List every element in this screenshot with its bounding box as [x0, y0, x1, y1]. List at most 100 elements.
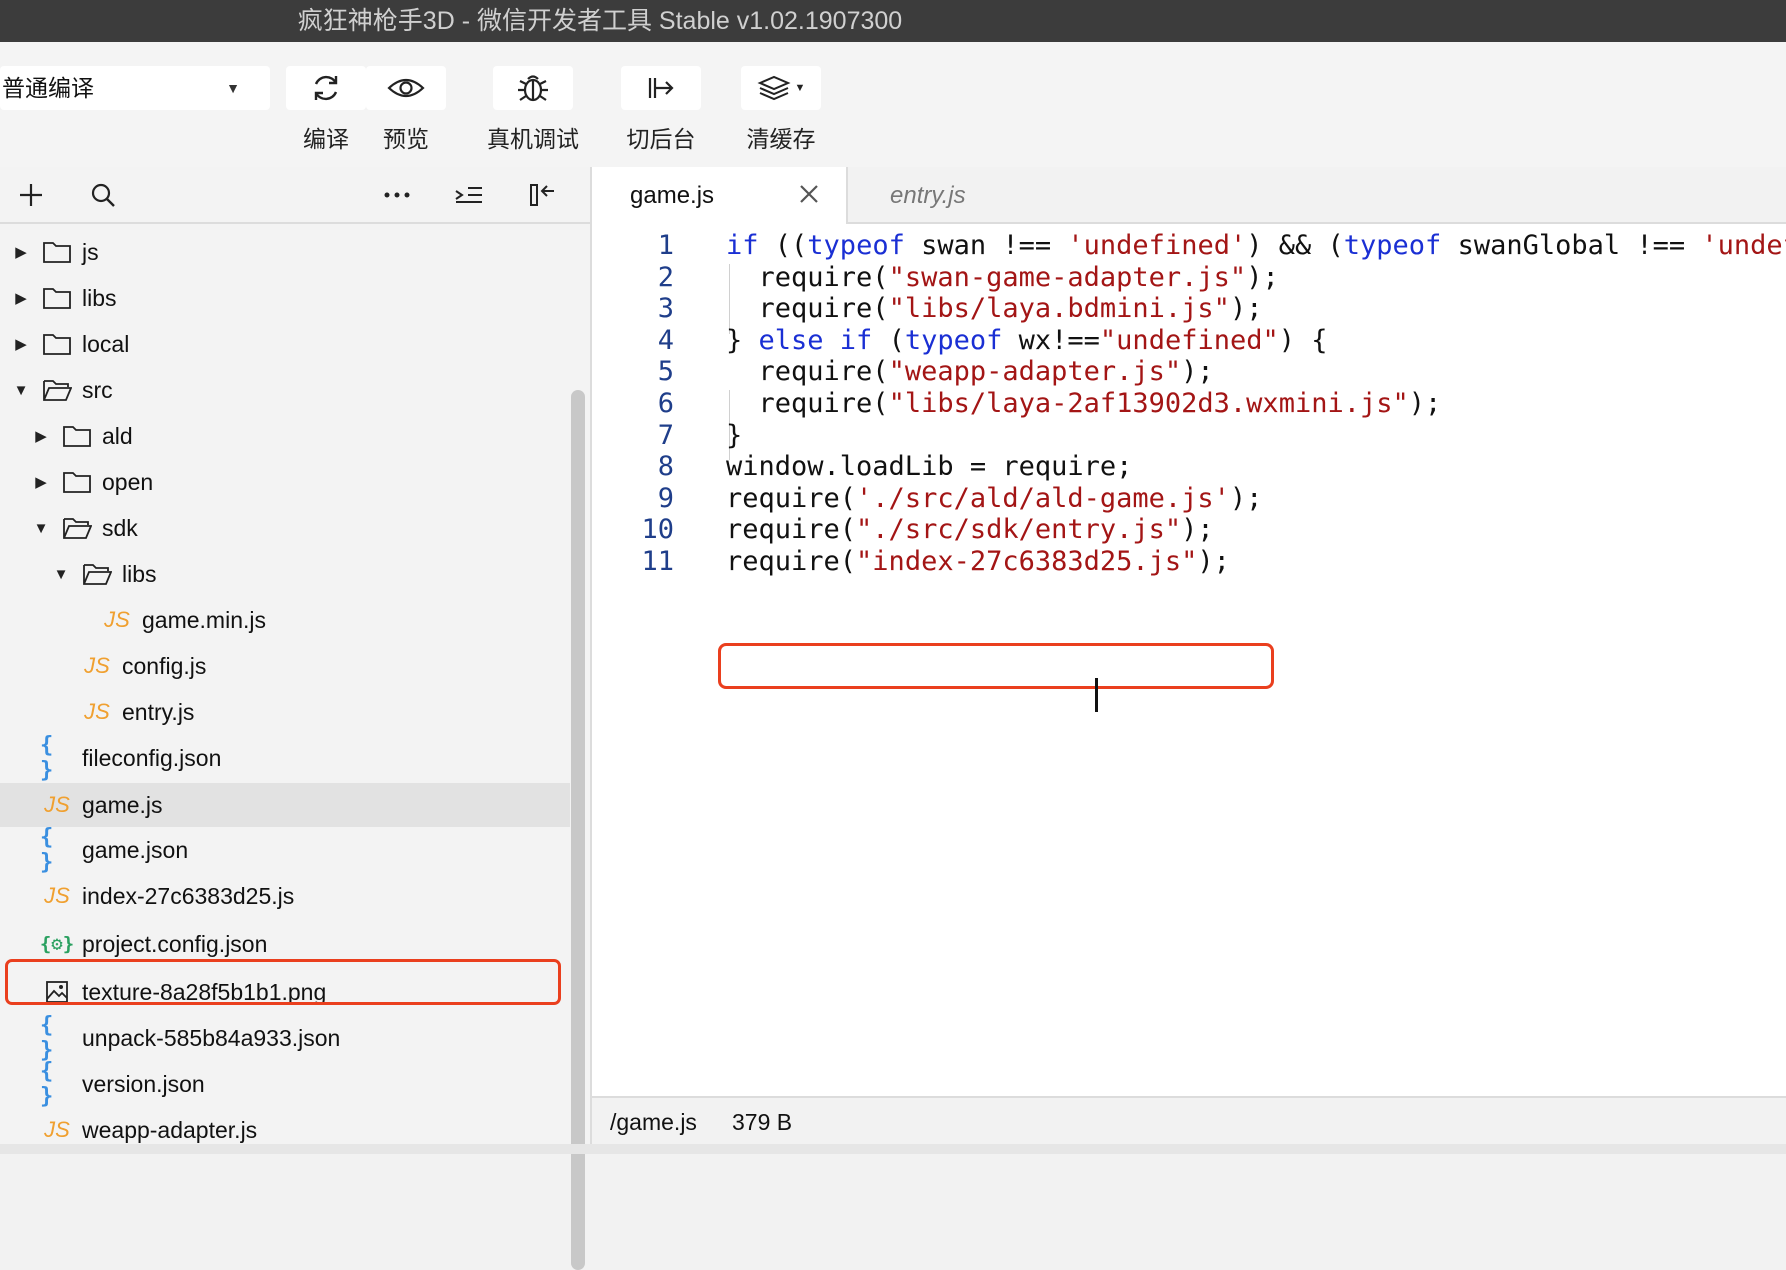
tree-folder-sdk-libs[interactable]: ▼ libs [0, 552, 570, 596]
indent-icon[interactable] [452, 179, 486, 211]
caret-down-icon: ▼ [33, 519, 49, 537]
tree-file-game-js[interactable]: JS game.js [0, 783, 570, 827]
line-number: 3 [657, 293, 674, 325]
plus-icon[interactable] [14, 179, 48, 211]
more-icon[interactable] [380, 179, 414, 211]
tree-item-label: libs [122, 560, 157, 587]
tree-file-index-js[interactable]: JS index-27c6383d25.js [0, 874, 570, 918]
preview-label: 预览 [383, 126, 429, 152]
tab-entry-js[interactable]: entry.js [890, 167, 966, 224]
js-file-icon: JS [104, 607, 130, 632]
close-icon[interactable] [796, 181, 822, 207]
tree-file-game-json[interactable]: { } game.json [0, 825, 570, 875]
tree-item-label: js [82, 238, 99, 265]
json-file-icon: { } [40, 733, 54, 783]
switch-background-label: 切后台 [626, 126, 696, 152]
status-file-size: 379 B [732, 1109, 793, 1135]
bug-icon [518, 75, 548, 102]
dropdown-caret-icon: ▼ [794, 82, 806, 94]
line-number: 7 [657, 419, 674, 451]
code-area[interactable]: 1 if ((typeof swan !== 'undefined') && (t… [592, 224, 1786, 1054]
tree-item-label: open [102, 468, 154, 495]
status-file-path: /game.js [610, 1109, 697, 1135]
code-line[interactable]: 11 require("index-27c6383d25.js"); [592, 544, 1786, 580]
tree-file-fileconfig-json[interactable]: { } fileconfig.json [0, 733, 570, 783]
line-number: 11 [641, 546, 674, 577]
code-line[interactable]: 4} else if (typeof wx!=="undefined") { [592, 323, 1786, 359]
code-line[interactable]: 5 require("weapp-adapter.js"); [592, 354, 1786, 390]
code-line[interactable]: 1 if ((typeof swan !== 'undefined') && (t… [592, 228, 1786, 264]
tree-folder-js[interactable]: ▶ js [0, 230, 570, 274]
folder-open-icon [40, 376, 74, 404]
tree-folder-libs[interactable]: ▶ libs [0, 276, 570, 320]
tree-item-label: entry.js [122, 698, 195, 725]
caret-right-icon: ▶ [35, 474, 47, 491]
folder-icon [40, 330, 74, 358]
folder-icon [40, 284, 74, 312]
folder-icon [60, 422, 94, 450]
code-text: require("./src/sdk/entry.js"); [726, 514, 1214, 546]
tree-item-label: local [82, 330, 130, 357]
tree-file-config-js[interactable]: JS config.js [0, 644, 570, 688]
tree-folder-sdk[interactable]: ▼ sdk [0, 506, 570, 550]
line-number: 1 [657, 230, 674, 261]
tree-file-game-min-js[interactable]: JS game.min.js [0, 598, 570, 642]
tab-label: game.js [630, 181, 715, 209]
line-number: 4 [657, 324, 674, 356]
tree-file-version-json[interactable]: { } version.json [0, 1059, 570, 1109]
js-file-icon: JS [84, 653, 110, 678]
compile-button[interactable] [286, 66, 366, 110]
code-text: require("index-27c6383d25.js"); [726, 546, 1230, 577]
preview-button[interactable] [366, 66, 446, 110]
search-icon[interactable] [86, 179, 120, 211]
caret-down-icon: ▼ [53, 565, 69, 583]
code-line[interactable]: 3 require("libs/laya.bdmini.js"); [592, 291, 1786, 327]
tree-file-entry-js[interactable]: JS entry.js [0, 690, 570, 734]
code-line[interactable]: 9 require('./src/ald/ald-game.js'); [592, 481, 1786, 517]
caret-right-icon: ▶ [35, 428, 47, 445]
code-editor: game.js entry.js 1 if ((typeof swan !== '… [592, 167, 1786, 1154]
tree-item-label: project.config.json [82, 930, 268, 957]
tab-game-js[interactable]: game.js [592, 167, 848, 224]
highlight-box-entry-require [718, 643, 1274, 689]
code-line[interactable]: 10 require("./src/sdk/entry.js"); [592, 512, 1786, 548]
folder-open-icon [60, 514, 94, 542]
tree-item-label: index-27c6383d25.js [82, 882, 295, 909]
code-text: require('./src/ald/ald-game.js'); [726, 482, 1263, 514]
compile-mode-select[interactable]: 普通编译 ▼ [0, 66, 270, 110]
tree-item-label: ald [102, 422, 133, 449]
tree-folder-ald[interactable]: ▶ ald [0, 414, 570, 458]
code-line[interactable]: 2 require("swan-game-adapter.js"); [592, 260, 1786, 296]
window-title: 疯狂神枪手3D - 微信开发者工具 Stable v1.02.1907300 [297, 7, 903, 35]
code-text: require("swan-game-adapter.js"); [726, 261, 1279, 293]
tree-item-label: game.min.js [142, 606, 266, 633]
code-line[interactable]: 8 window.loadLib = require; [592, 449, 1786, 485]
switch-background-button[interactable] [621, 66, 701, 110]
tree-item-label: weapp-adapter.js [82, 1116, 258, 1143]
line-number: 10 [641, 514, 674, 546]
explorer-scrollbar[interactable] [571, 390, 585, 1270]
tree-item-label: version.json [82, 1070, 205, 1097]
text-cursor [1095, 678, 1098, 712]
clear-cache-button[interactable]: ▼ [741, 66, 821, 110]
tree-item-label: config.js [122, 652, 207, 679]
folder-icon [40, 238, 74, 266]
code-text: require("libs/laya.bdmini.js"); [726, 293, 1263, 325]
tree-folder-src[interactable]: ▼ src [0, 368, 570, 412]
code-text: window.loadLib = require; [726, 451, 1133, 483]
json-file-icon: { } [40, 1059, 54, 1109]
code-line[interactable]: 6 require("libs/laya-2af13902d3.wxmini.j… [592, 386, 1786, 422]
tree-item-label: src [82, 376, 113, 403]
caret-down-icon: ▼ [13, 381, 29, 399]
tree-folder-open[interactable]: ▶ open [0, 460, 570, 504]
js-file-icon: JS [44, 1117, 70, 1142]
collapse-panel-icon[interactable] [526, 179, 560, 211]
remote-debug-button[interactable] [493, 66, 573, 110]
status-bar: /game.js 379 B [592, 1096, 1786, 1146]
layers-icon [757, 75, 791, 101]
tree-folder-local[interactable]: ▶ local [0, 322, 570, 366]
code-line[interactable]: 7} [592, 418, 1786, 454]
switch-background-icon [648, 78, 674, 98]
code-text: require("weapp-adapter.js"); [726, 356, 1214, 388]
tree-file-unpack-json[interactable]: { } unpack-585b84a933.json [0, 1013, 570, 1063]
